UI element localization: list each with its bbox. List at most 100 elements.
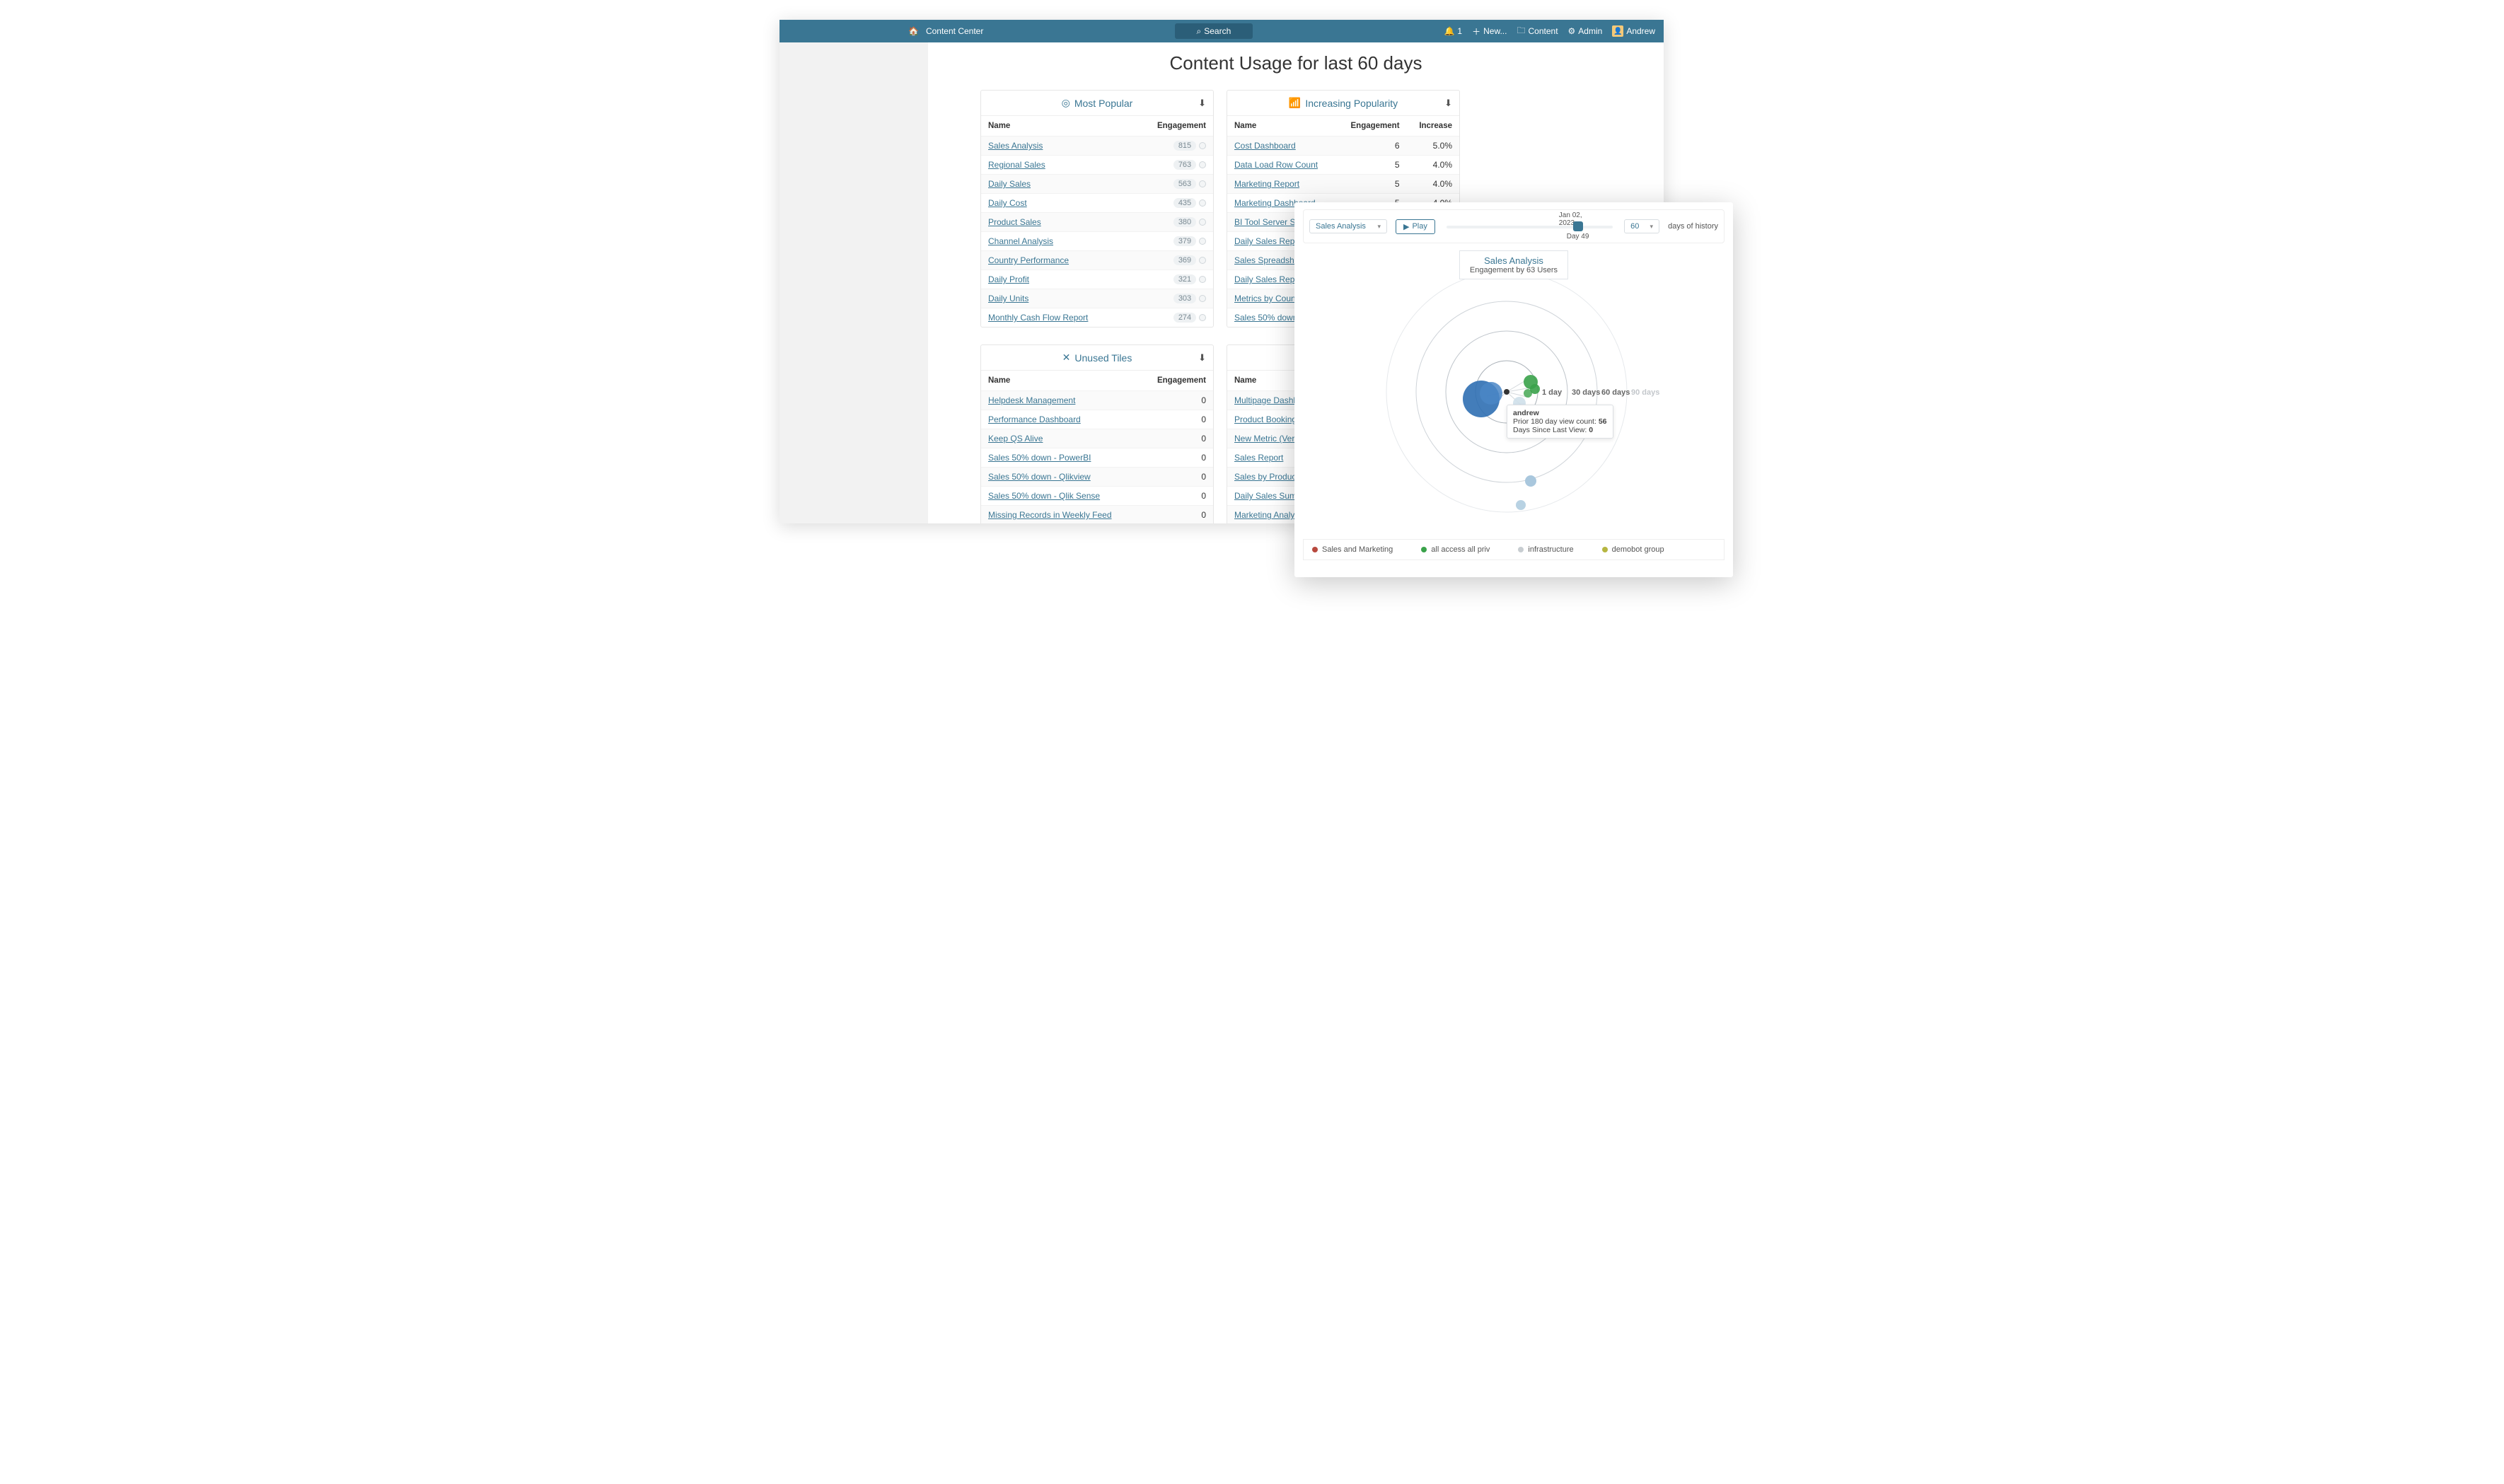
search-box[interactable]: ⌕ Search — [1175, 23, 1253, 39]
slider-handle[interactable] — [1573, 221, 1583, 231]
download-icon[interactable]: ⬇ — [1444, 98, 1452, 109]
admin-nav[interactable]: ⚙ Admin — [1568, 26, 1603, 36]
avatar-icon: 👤 — [1612, 25, 1623, 37]
content-link[interactable]: Performance Dashboard — [988, 415, 1081, 424]
table-row: Performance Dashboard 0 — [981, 410, 1213, 429]
col-engagement: Engagement — [1149, 371, 1213, 391]
table-cell-name: Daily Profit — [981, 270, 1130, 289]
table-cell-name: Data Load Row Count — [1227, 156, 1336, 175]
table-cell-name: Channel Analysis — [981, 232, 1130, 251]
table-row: Daily Sales 563 — [981, 175, 1213, 194]
history-days-select[interactable]: 60 ▾ — [1624, 219, 1659, 233]
engagement-chart-window: Sales Analysis ▾ ▶ Play Jan 02, 2023 Day… — [1294, 202, 1733, 577]
content-link[interactable]: Marketing Report — [1234, 179, 1299, 189]
table-row: Daily Profit321 — [981, 270, 1213, 289]
col-increase: Increase — [1407, 116, 1459, 137]
legend-item[interactable]: all access all priv — [1421, 545, 1490, 554]
user-menu[interactable]: 👤 Andrew — [1612, 25, 1655, 37]
table-cell-name: Missing Records in Weekly Feed — [981, 506, 1149, 524]
content-link[interactable]: Helpdesk Management — [988, 395, 1075, 405]
folder-icon: 🗀 — [1517, 24, 1525, 39]
content-link[interactable]: Sales 50% down - Qlikview — [988, 472, 1091, 482]
table-cell-name: Sales 50% down - Qlik Sense — [981, 487, 1149, 506]
content-link[interactable]: Cost Dashboard — [1234, 141, 1296, 151]
download-icon[interactable]: ⬇ — [1198, 352, 1206, 364]
table-cell-name: Sales Analysis — [981, 137, 1130, 156]
content-link[interactable]: Data Load Row Count — [1234, 160, 1318, 170]
legend-item[interactable]: Sales and Marketing — [1312, 545, 1393, 554]
chart-title-box: Sales Analysis Engagement by 63 Users — [1459, 250, 1568, 279]
content-link[interactable]: Product Sales — [988, 217, 1041, 227]
notifications-button[interactable]: 🔔 1 — [1444, 26, 1462, 36]
table-cell-engagement: 303 — [1130, 289, 1213, 308]
content-link[interactable]: Country Performance — [988, 255, 1069, 265]
content-link[interactable]: Regional Sales — [988, 160, 1045, 170]
content-link[interactable]: Product Bookings — [1234, 415, 1301, 424]
content-link[interactable]: Sales 50% down - Qlik Sense — [988, 491, 1100, 501]
legend-item[interactable]: infrastructure — [1518, 545, 1573, 554]
ring-label-30: 30 days — [1572, 388, 1600, 397]
top-nav: 🏠 Content Center ⌕ Search 🔔 1 ＋ New... — [779, 20, 1664, 42]
content-link[interactable]: Monthly Cash Flow Report — [988, 313, 1088, 323]
content-link[interactable]: Daily Cost — [988, 198, 1027, 208]
search-label: Search — [1204, 26, 1231, 36]
table-cell-name: Performance Dashboard — [981, 410, 1149, 429]
bell-icon: 🔔 — [1444, 26, 1454, 36]
table-cell-name: Monthly Cash Flow Report — [981, 308, 1130, 327]
chart-toolbar: Sales Analysis ▾ ▶ Play Jan 02, 2023 Day… — [1303, 209, 1725, 243]
table-cell-name: Marketing Report — [1227, 175, 1336, 194]
history-label: days of history — [1668, 222, 1718, 231]
node-tooltip: andrew Prior 180 day view count: 56 Days… — [1507, 405, 1613, 439]
table-cell-engagement: 379 — [1130, 232, 1213, 251]
table-cell-name: Sales 50% down - Qlikview — [981, 468, 1149, 487]
content-link[interactable]: Sales Report — [1234, 453, 1283, 463]
table-cell: 0 — [1149, 429, 1213, 448]
content-link[interactable]: Daily Profit — [988, 274, 1029, 284]
table-cell: 5.0% — [1407, 137, 1459, 156]
table-cell: 0 — [1149, 410, 1213, 429]
legend-item[interactable]: demobot group — [1602, 545, 1664, 554]
play-button[interactable]: ▶ Play — [1396, 219, 1435, 234]
table-cell-engagement: 274 — [1130, 308, 1213, 327]
col-engagement: Engagement — [1336, 116, 1406, 137]
content-link[interactable]: Channel Analysis — [988, 236, 1053, 246]
ring-label-1: 1 day — [1542, 388, 1563, 397]
table-row: Helpdesk Management0 — [981, 391, 1213, 410]
table-row: Daily Units 303 — [981, 289, 1213, 308]
content-link[interactable]: Sales 50% down - PowerBI — [988, 453, 1091, 463]
table-row: Channel Analysis 379 — [981, 232, 1213, 251]
table-cell-engagement: 563 — [1130, 175, 1213, 194]
content-link[interactable]: Sales Analysis — [988, 141, 1043, 151]
content-link[interactable]: Daily Units — [988, 294, 1028, 303]
new-button[interactable]: ＋ New... — [1472, 25, 1507, 37]
content-nav[interactable]: 🗀 Content — [1517, 24, 1558, 39]
table-row: Product Sales 380 — [981, 213, 1213, 232]
panel-title: Increasing Popularity — [1305, 98, 1398, 109]
content-select[interactable]: Sales Analysis ▾ — [1309, 219, 1387, 233]
col-name: Name — [981, 371, 1149, 391]
table-row: Monthly Cash Flow Report 274 — [981, 308, 1213, 327]
plus-icon: ＋ — [1472, 25, 1480, 37]
chevron-down-icon: ▾ — [1650, 223, 1654, 231]
table-cell: 5 — [1336, 175, 1406, 194]
panel-unused-tiles: ✕ Unused Tiles ⬇ Name Engagement — [980, 344, 1214, 523]
table-cell-engagement: 815 — [1130, 137, 1213, 156]
table-row: Regional Sales763 — [981, 156, 1213, 175]
table-row: Country Performance369 — [981, 251, 1213, 270]
play-icon: ▶ — [1403, 222, 1409, 231]
home-icon[interactable]: 🏠 — [908, 26, 919, 36]
table-cell-name: Country Performance — [981, 251, 1130, 270]
content-link[interactable]: Daily Sales — [988, 179, 1031, 189]
brand-label[interactable]: Content Center — [926, 26, 983, 36]
col-engagement: Engagement — [1130, 116, 1213, 137]
content-link[interactable]: Missing Records in Weekly Feed — [988, 510, 1112, 520]
timeline-slider[interactable]: Jan 02, 2023 Day 49 — [1444, 214, 1616, 238]
table-cell: 4.0% — [1407, 156, 1459, 175]
bar-chart-icon: 📶 — [1289, 97, 1301, 109]
table-cell: 0 — [1149, 487, 1213, 506]
panel-title: Unused Tiles — [1074, 352, 1132, 364]
table-cell-engagement: 380 — [1130, 213, 1213, 232]
x-icon: ✕ — [1062, 352, 1071, 364]
content-link[interactable]: Keep QS Alive — [988, 434, 1043, 444]
download-icon[interactable]: ⬇ — [1198, 98, 1206, 109]
